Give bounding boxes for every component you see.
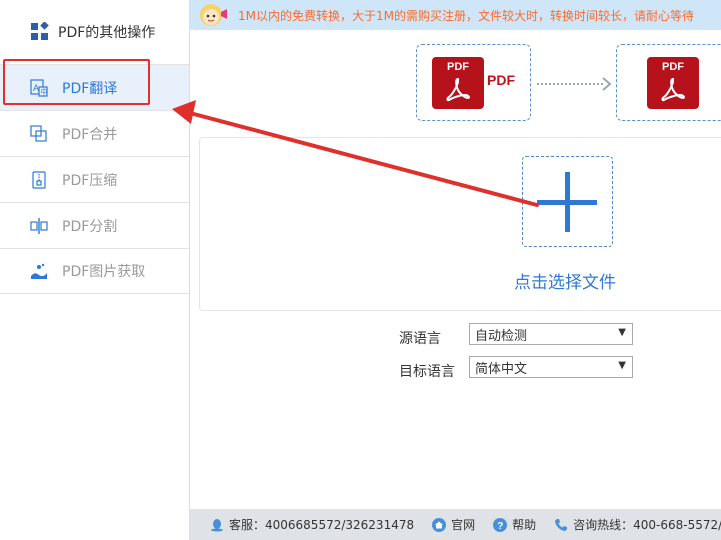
home-icon <box>432 517 447 532</box>
footer-bar: 客服：4006685572/326231478 官网 ? 帮助 咨询热线：400… <box>190 509 721 540</box>
source-language-label: 源语言 <box>399 331 441 347</box>
dropdown-caret-icon: ▼ <box>618 327 626 338</box>
sidebar-item-label: PDF压缩 <box>62 172 118 189</box>
conversion-arrow-icon <box>537 77 612 91</box>
sidebar-item-pdf-split[interactable]: PDF分割 <box>0 202 189 248</box>
customer-service-text: 客服：4006685572/326231478 <box>229 518 415 532</box>
source-format-text: PDF <box>487 72 515 88</box>
website-label: 官网 <box>451 518 476 532</box>
pdf-icon-label: PDF <box>662 61 684 73</box>
notice-banner: 1M以内的免费转换，大于1M的需购买注册，文件较大时，转换时间较长，请耐心等待 <box>190 0 721 30</box>
sidebar-item-pdf-merge[interactable]: PDF合并 <box>0 110 189 156</box>
target-language-select[interactable]: 简体中文 ▼ <box>469 356 633 378</box>
upload-drop-area[interactable] <box>199 137 721 311</box>
qq-penguin-icon <box>210 518 224 532</box>
dropdown-caret-icon: ▼ <box>618 360 626 371</box>
sidebar-header-label: PDF的其他操作 <box>58 25 156 41</box>
target-format-box: PDF <box>616 44 721 121</box>
compress-icon <box>30 170 48 189</box>
source-format-box: PDF PDF <box>416 44 531 121</box>
sidebar-item-label: PDF图片获取 <box>62 264 146 280</box>
source-language-value: 自动检测 <box>475 328 528 344</box>
sidebar-item-pdf-compress[interactable]: PDF压缩 <box>0 156 189 202</box>
target-language-label: 目标语言 <box>399 364 455 380</box>
annotation-highlight-box <box>3 59 150 105</box>
sidebar-header: PDF的其他操作 <box>0 0 189 64</box>
help-icon: ? <box>493 517 508 532</box>
split-icon <box>30 217 48 235</box>
pdf-file-icon: PDF <box>647 57 699 109</box>
image-extract-icon <box>30 262 48 280</box>
plus-icon-vertical <box>565 172 570 232</box>
add-file-button[interactable] <box>522 156 613 247</box>
pdf-icon-label: PDF <box>447 61 469 73</box>
svg-text:?: ? <box>497 521 503 532</box>
website-link[interactable]: 官网 <box>432 516 475 533</box>
customer-service-info: 客服：4006685572/326231478 <box>210 516 414 533</box>
help-label: 帮助 <box>512 518 537 532</box>
help-link[interactable]: ? 帮助 <box>493 516 536 533</box>
sidebar-item-label: PDF分割 <box>62 218 118 235</box>
select-file-link[interactable]: 点击选择文件 <box>514 268 616 293</box>
banner-text: 1M以内的免费转换，大于1M的需购买注册，文件较大时，转换时间较长，请耐心等待 <box>238 8 694 23</box>
target-language-value: 简体中文 <box>475 361 528 377</box>
merge-icon <box>30 124 48 143</box>
sidebar-item-pdf-image-extract[interactable]: PDF图片获取 <box>0 248 189 294</box>
mascot-icon <box>200 4 227 26</box>
hotline-text: 咨询热线：400-668-5572/1 <box>573 518 721 532</box>
hotline-info: 咨询热线：400-668-5572/1 <box>554 516 721 533</box>
source-language-select[interactable]: 自动检测 ▼ <box>469 323 633 345</box>
phone-icon <box>554 518 568 532</box>
sidebar-item-label: PDF合并 <box>62 126 118 143</box>
apps-grid-icon <box>31 22 49 40</box>
pdf-file-icon: PDF <box>432 57 484 109</box>
